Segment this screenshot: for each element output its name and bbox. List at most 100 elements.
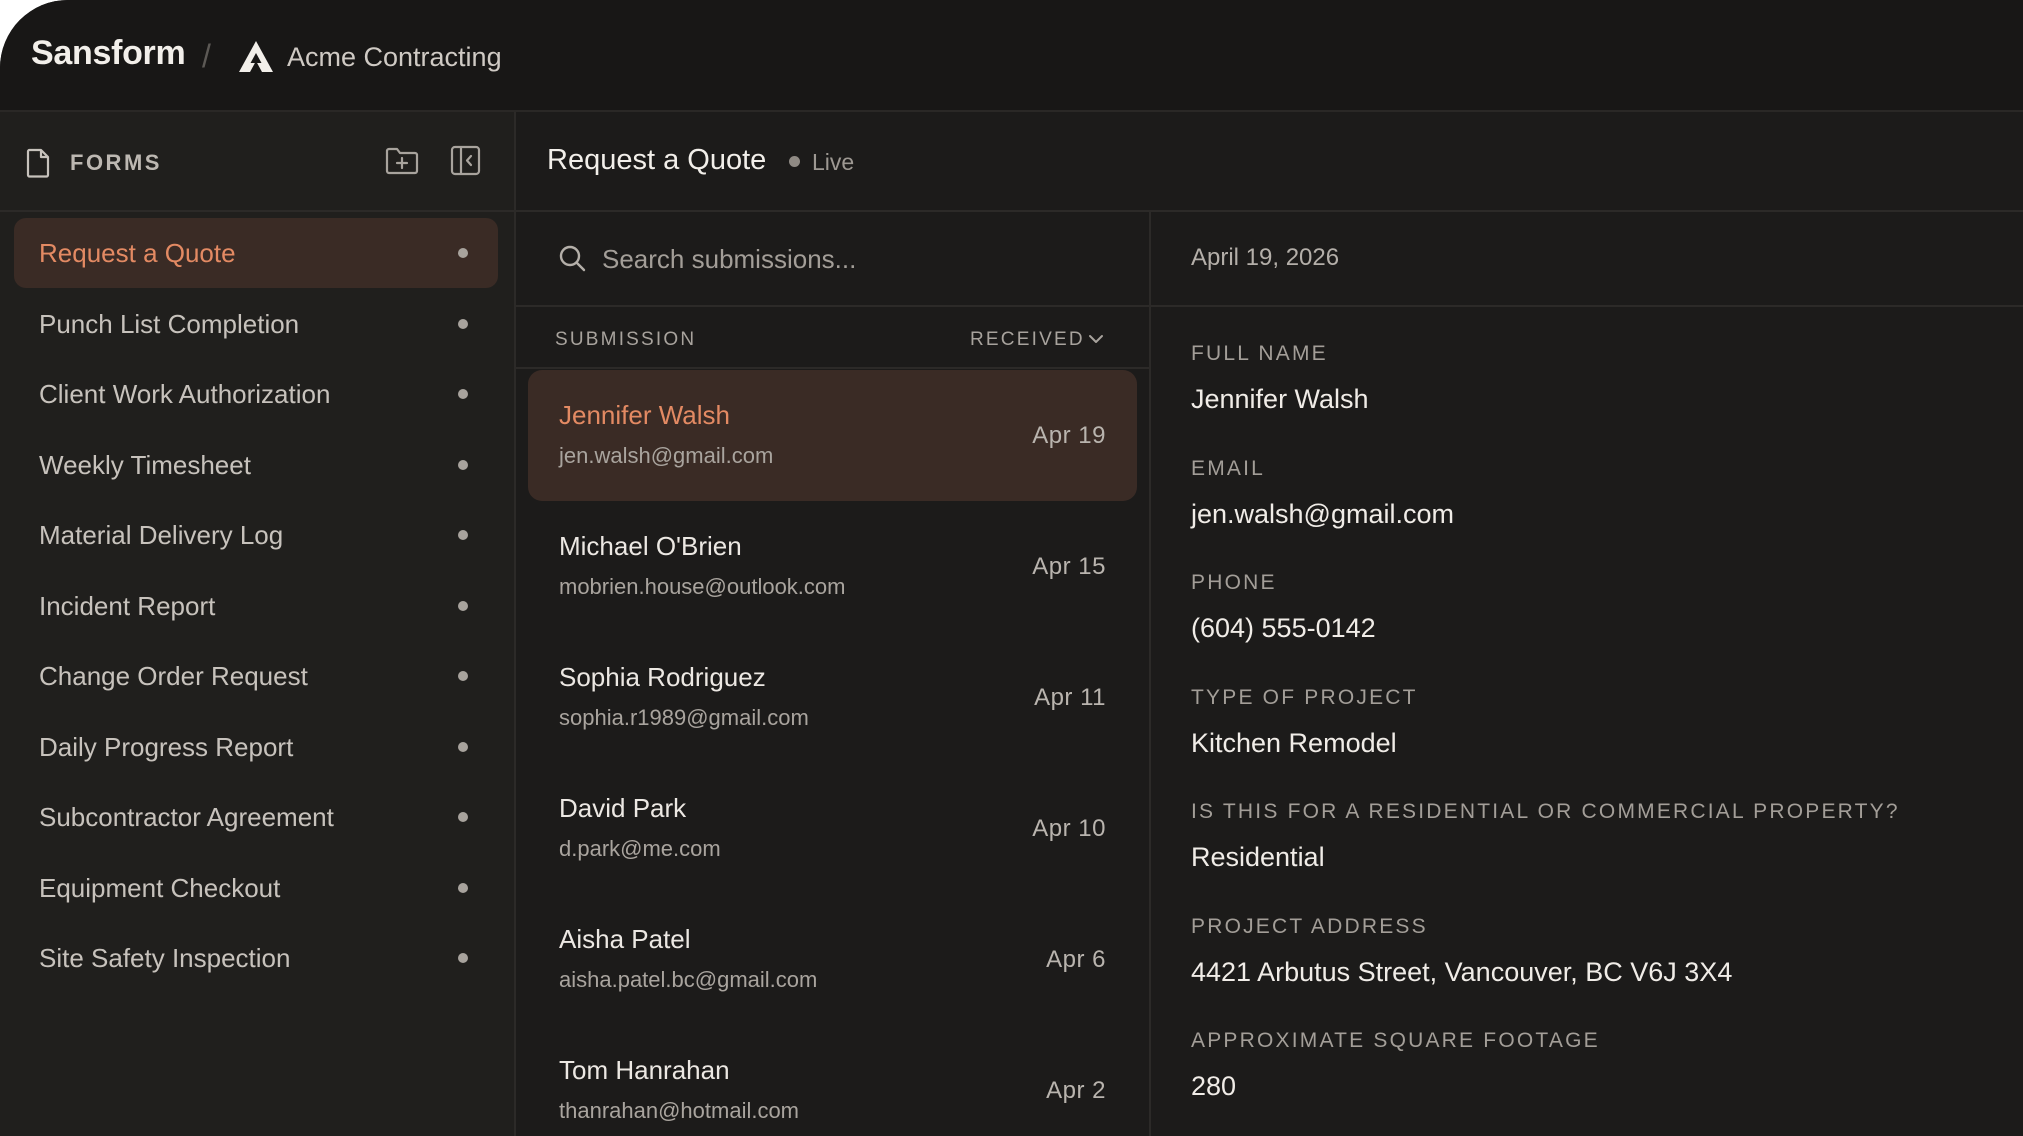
submission-detail-panel: April 19, 2026 FULL NAME Jennifer Walsh E…	[1151, 212, 2023, 1136]
sidebar-item-weekly-timesheet[interactable]: Weekly Timesheet	[14, 430, 498, 500]
submission-row[interactable]: Tom Hanrahan thanrahan@hotmail.com Apr 2	[528, 1025, 1137, 1136]
sidebar-title: FORMS	[70, 150, 162, 175]
workspace-name[interactable]: Acme Contracting	[287, 42, 502, 73]
sidebar-item-label: Weekly Timesheet	[39, 449, 251, 480]
status-dot	[458, 882, 468, 893]
sidebar-item-incident-report[interactable]: Incident Report	[14, 571, 498, 641]
sidebar-collapse-icon[interactable]	[450, 145, 481, 176]
breadcrumb-separator: /	[202, 38, 211, 74]
field-value: jen.walsh@gmail.com	[1191, 498, 1454, 529]
field-value: Kitchen Remodel	[1191, 727, 1397, 758]
sidebar-item-punch-list-completion[interactable]: Punch List Completion	[14, 289, 498, 359]
search-bar	[516, 212, 1149, 307]
sidebar-item-client-work-authorization[interactable]: Client Work Authorization	[14, 359, 498, 429]
sidebar-item-material-delivery-log[interactable]: Material Delivery Log	[14, 500, 498, 570]
submitter-email: thanrahan@hotmail.com	[559, 1098, 800, 1123]
field-label: PHONE	[1191, 571, 1277, 594]
submitter-name: Michael O'Brien	[559, 531, 742, 561]
submitter-name: Aisha Patel	[559, 924, 691, 954]
sidebar-item-daily-progress-report[interactable]: Daily Progress Report	[14, 712, 498, 782]
sidebar-item-label: Equipment Checkout	[39, 872, 281, 903]
received-date: Apr 10	[1032, 815, 1106, 842]
sort-received-button[interactable]: RECEIVED	[970, 329, 1085, 351]
received-date: Apr 15	[1032, 553, 1106, 580]
field-value: Jennifer Walsh	[1191, 384, 1369, 414]
submissions-column-header: SUBMISSION RECEIVED	[516, 307, 1149, 369]
status-dot	[458, 812, 468, 822]
sidebar-item-label: Subcontractor Agreement	[39, 802, 334, 832]
status-dot	[458, 953, 468, 963]
chevron-down-icon[interactable]	[1088, 333, 1104, 345]
form-header: Request a Quote Live	[516, 112, 2023, 212]
status-dot	[458, 741, 468, 752]
document-icon	[26, 148, 50, 178]
detail-date-header: April 19, 2026	[1151, 212, 2023, 307]
status-dot	[458, 389, 468, 399]
sidebar-item-change-order-request[interactable]: Change Order Request	[14, 641, 498, 711]
submission-row[interactable]: David Park d.park@me.com Apr 10	[528, 763, 1137, 894]
field-project-address: PROJECT ADDRESS 4421 Arbutus Street, Vanc…	[1191, 915, 2011, 1030]
field-label: APPROXIMATE SQUARE FOOTAGE	[1191, 1029, 1600, 1052]
sidebar-item-label: Daily Progress Report	[39, 731, 294, 762]
field-label: FULL NAME	[1191, 342, 1328, 365]
submitter-email: jen.walsh@gmail.com	[559, 443, 774, 468]
status-dot	[458, 600, 468, 611]
submitter-name: Sophia Rodriguez	[559, 662, 766, 692]
field-project-type: TYPE OF PROJECT Kitchen Remodel	[1191, 686, 2011, 801]
field-value: Residential	[1191, 842, 1325, 872]
status-badge: Live	[812, 149, 855, 175]
status-dot	[458, 318, 468, 329]
live-status-dot	[789, 156, 800, 167]
sidebar-item-label: Client Work Authorization	[39, 379, 331, 409]
submitter-email: sophia.r1989@gmail.com	[559, 705, 809, 730]
submissions-panel: SUBMISSION RECEIVED Jennifer Walsh jen.wa…	[516, 212, 1151, 1136]
brand-logo[interactable]: Sansform	[31, 34, 186, 73]
field-value: 280	[1191, 1071, 1237, 1101]
submission-row[interactable]: Aisha Patel aisha.patel.bc@gmail.com Apr 6	[528, 894, 1137, 1025]
received-date: Apr 11	[1034, 684, 1106, 711]
field-property-type: IS THIS FOR A RESIDENTIAL OR COMMERCIAL …	[1191, 800, 2011, 915]
submission-date: April 19, 2026	[1191, 244, 1340, 271]
triangle-logo-icon	[239, 41, 273, 72]
status-dot	[458, 248, 468, 258]
submission-row[interactable]: Michael O'Brien mobrien.house@outlook.com…	[528, 501, 1137, 632]
sidebar-item-request-a-quote[interactable]: Request a Quote	[14, 218, 498, 288]
submitter-name: Jennifer Walsh	[559, 400, 730, 430]
submitter-email: aisha.patel.bc@gmail.com	[559, 967, 818, 992]
field-email: EMAIL jen.walsh@gmail.com	[1191, 457, 2011, 572]
field-label: PROJECT ADDRESS	[1191, 914, 1428, 938]
field-value: (604) 555-0142	[1191, 613, 1376, 643]
sidebar-item-label: Punch List Completion	[39, 308, 300, 339]
folder-plus-icon[interactable]	[385, 146, 419, 176]
status-dot	[458, 671, 468, 681]
submitter-name: David Park	[559, 793, 687, 823]
field-square-footage: APPROXIMATE SQUARE FOOTAGE 280	[1191, 1029, 2011, 1136]
column-submission-label: SUBMISSION	[555, 329, 697, 350]
status-dot	[458, 530, 468, 540]
sidebar-item-subcontractor-agreement[interactable]: Subcontractor Agreement	[14, 782, 498, 852]
sidebar: FORMS Request a Quote Punch List Complet…	[0, 112, 516, 1136]
field-full-name: FULL NAME Jennifer Walsh	[1191, 342, 2011, 457]
sidebar-item-label: Material Delivery Log	[39, 520, 284, 550]
app-window: Sansform / Acme Contracting FORMS Reques…	[0, 0, 2023, 1136]
status-dot	[458, 459, 468, 470]
submitter-email: mobrien.house@outlook.com	[559, 574, 846, 599]
sidebar-item-site-safety-inspection[interactable]: Site Safety Inspection	[14, 923, 498, 993]
search-input[interactable]	[600, 236, 1124, 282]
search-icon	[559, 245, 586, 272]
sidebar-item-label: Request a Quote	[39, 238, 236, 268]
top-bar: Sansform / Acme Contracting	[0, 0, 2023, 112]
submission-row[interactable]: Sophia Rodriguez sophia.r1989@gmail.com Ap…	[528, 632, 1137, 763]
submitter-name: Tom Hanrahan	[559, 1055, 730, 1085]
field-label: TYPE OF PROJECT	[1191, 685, 1418, 709]
field-phone: PHONE (604) 555-0142	[1191, 571, 2011, 686]
sidebar-item-label: Site Safety Inspection	[39, 943, 291, 973]
received-date: Apr 2	[1046, 1077, 1106, 1104]
field-value: 4421 Arbutus Street, Vancouver, BC V6J 3…	[1191, 956, 1733, 987]
submission-list: Jennifer Walsh jen.walsh@gmail.com Apr 19 …	[528, 370, 1137, 1136]
form-list: Request a Quote Punch List Completion Cl…	[14, 218, 498, 994]
sidebar-item-equipment-checkout[interactable]: Equipment Checkout	[14, 853, 498, 923]
detail-fields: FULL NAME Jennifer Walsh EMAIL jen.walsh@g…	[1191, 342, 2011, 1136]
sidebar-item-label: Incident Report	[39, 590, 216, 621]
submission-row[interactable]: Jennifer Walsh jen.walsh@gmail.com Apr 19	[528, 370, 1137, 501]
